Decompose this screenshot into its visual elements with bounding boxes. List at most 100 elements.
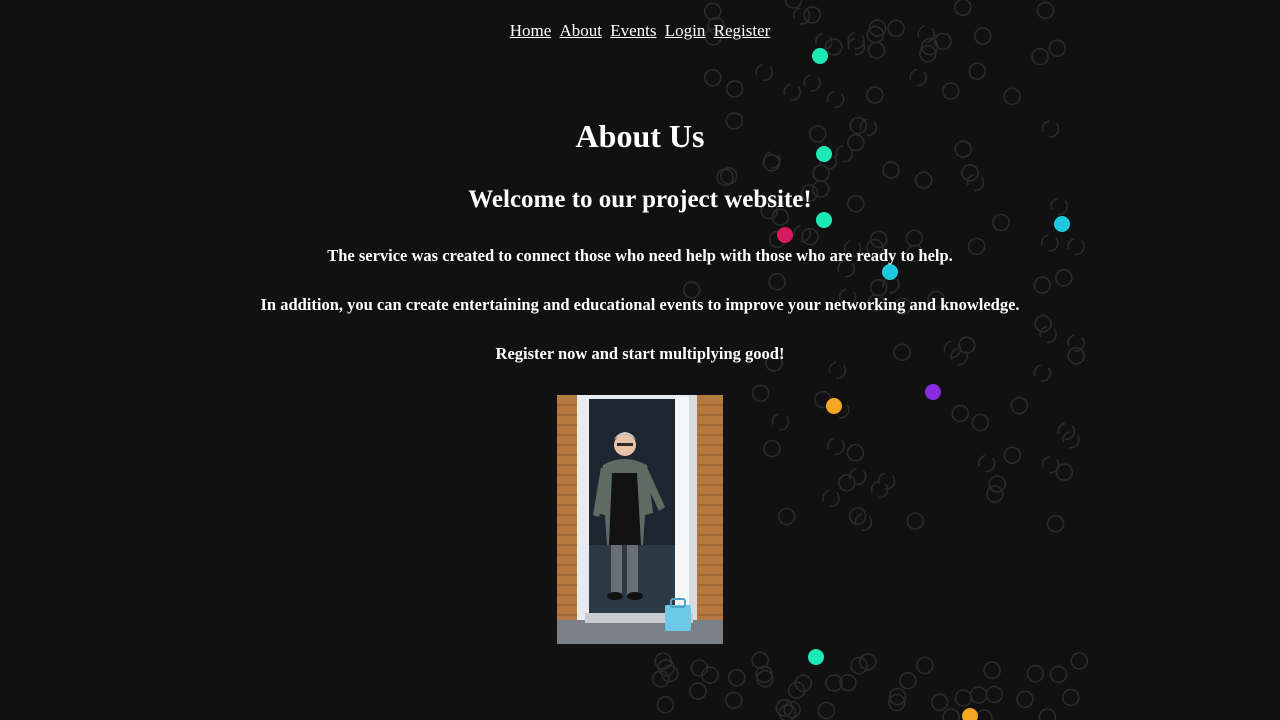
nav-link-register[interactable]: Register: [714, 21, 771, 40]
decorative-ring: [762, 154, 781, 172]
decorative-ring: [954, 689, 973, 707]
decorative-ring: [751, 651, 770, 670]
decorative-ring: [1034, 314, 1052, 333]
decorative-ring: [1062, 430, 1080, 449]
decorative-ring: [839, 673, 857, 692]
decorative-ring: [954, 0, 972, 17]
decorative-ring: [882, 161, 900, 179]
decorative-ring: [689, 682, 707, 701]
decorative-ring: [831, 400, 850, 419]
decorative-ring: [794, 674, 813, 693]
page-title: About Us: [575, 118, 705, 154]
decorative-ring: [975, 709, 993, 720]
decorative-ring: [906, 512, 925, 530]
decorative-ring: [866, 86, 884, 104]
about-page: Home About Events Login Register About U…: [0, 0, 1280, 720]
decorative-ring: [1046, 514, 1065, 533]
decorative-ring: [985, 685, 1004, 704]
decorative-ring: [656, 695, 675, 714]
decorative-ring: [992, 213, 1010, 232]
decorative-ring: [942, 708, 960, 720]
decorative-ring: [930, 693, 949, 712]
decorative-ring: [1036, 1, 1055, 20]
decorative-ring: [768, 272, 786, 291]
decorative-ring: [654, 652, 673, 670]
decorative-ring: [887, 693, 906, 712]
decorative-ring: [920, 37, 939, 56]
nav-link-about[interactable]: About: [560, 21, 603, 40]
decorative-ring: [848, 467, 867, 486]
decorative-ring: [870, 480, 889, 499]
decorative-ring: [869, 278, 888, 297]
decorative-ring: [703, 2, 722, 21]
call-to-action-paragraph: Register now and start multiplying good!: [495, 344, 785, 363]
decorative-ring: [827, 437, 845, 455]
decorative-ring: [660, 664, 679, 683]
decorative-ring: [983, 661, 1001, 680]
decorative-ring: [793, 224, 811, 243]
decorative-dot: [826, 398, 842, 414]
decorative-ring: [838, 473, 856, 492]
decorative-dot: [1054, 216, 1070, 232]
decorative-ring: [783, 700, 802, 719]
decorative-ring: [882, 275, 900, 294]
decorative-ring: [756, 669, 774, 688]
decorative-ring: [803, 74, 822, 92]
decorative-ring: [822, 489, 840, 507]
decorative-ring: [1049, 665, 1068, 684]
decorative-ring: [777, 507, 796, 526]
decorative-ring: [1003, 87, 1021, 106]
decorative-ring: [1038, 708, 1057, 720]
nav-link-home[interactable]: Home: [510, 21, 552, 40]
decorative-ring: [854, 513, 873, 532]
decorative-ring: [1026, 664, 1045, 683]
decorative-ring: [1039, 325, 1057, 344]
decorative-ring: [968, 62, 987, 80]
decorative-ring: [826, 90, 845, 109]
decorative-ring: [1041, 455, 1060, 474]
decorative-ring: [915, 656, 934, 675]
decorative-ring: [1033, 276, 1052, 295]
decorative-ring: [755, 665, 774, 684]
decorative-ring: [651, 670, 670, 688]
decorative-ring: [716, 168, 734, 186]
decorative-ring: [1062, 688, 1080, 707]
volunteer-photo: [557, 395, 723, 644]
decorative-ring: [969, 686, 988, 704]
decorative-ring: [961, 164, 979, 182]
decorative-ring: [1055, 463, 1074, 481]
decorative-dot: [962, 708, 978, 720]
nav-link-login[interactable]: Login: [665, 21, 706, 40]
decorative-ring: [858, 652, 877, 671]
decorative-ring: [905, 229, 924, 247]
top-navigation: Home About Events Login Register: [0, 21, 1280, 41]
decorative-ring: [657, 658, 675, 677]
decorative-ring: [899, 671, 917, 690]
decorative-ring: [801, 227, 819, 246]
decorative-ring: [977, 454, 996, 473]
nav-link-events[interactable]: Events: [610, 21, 656, 40]
decorative-ring: [751, 384, 770, 403]
decorative-ring: [1016, 690, 1034, 709]
decorative-ring: [814, 390, 832, 409]
decorative-ring: [918, 44, 937, 63]
decorative-dot: [816, 212, 832, 228]
decorative-ring: [783, 83, 802, 101]
decorative-dot: [812, 48, 828, 64]
decorative-ring: [888, 687, 907, 706]
decorative-ring: [848, 507, 867, 525]
decorative-ring: [727, 668, 746, 687]
decorative-dot: [808, 649, 824, 665]
decorative-ring: [763, 439, 781, 458]
decorative-ring: [986, 485, 1004, 503]
decorative-ring: [828, 361, 847, 380]
decorative-ring: [971, 413, 990, 432]
decorative-ring: [1048, 39, 1066, 58]
decorative-ring: [1031, 47, 1049, 66]
decorative-ring: [819, 152, 838, 171]
decorative-ring: [825, 674, 843, 692]
decorative-ring: [951, 404, 970, 423]
decorative-ring: [775, 698, 794, 717]
decorative-dot: [882, 264, 898, 280]
decorative-ring: [768, 230, 787, 249]
